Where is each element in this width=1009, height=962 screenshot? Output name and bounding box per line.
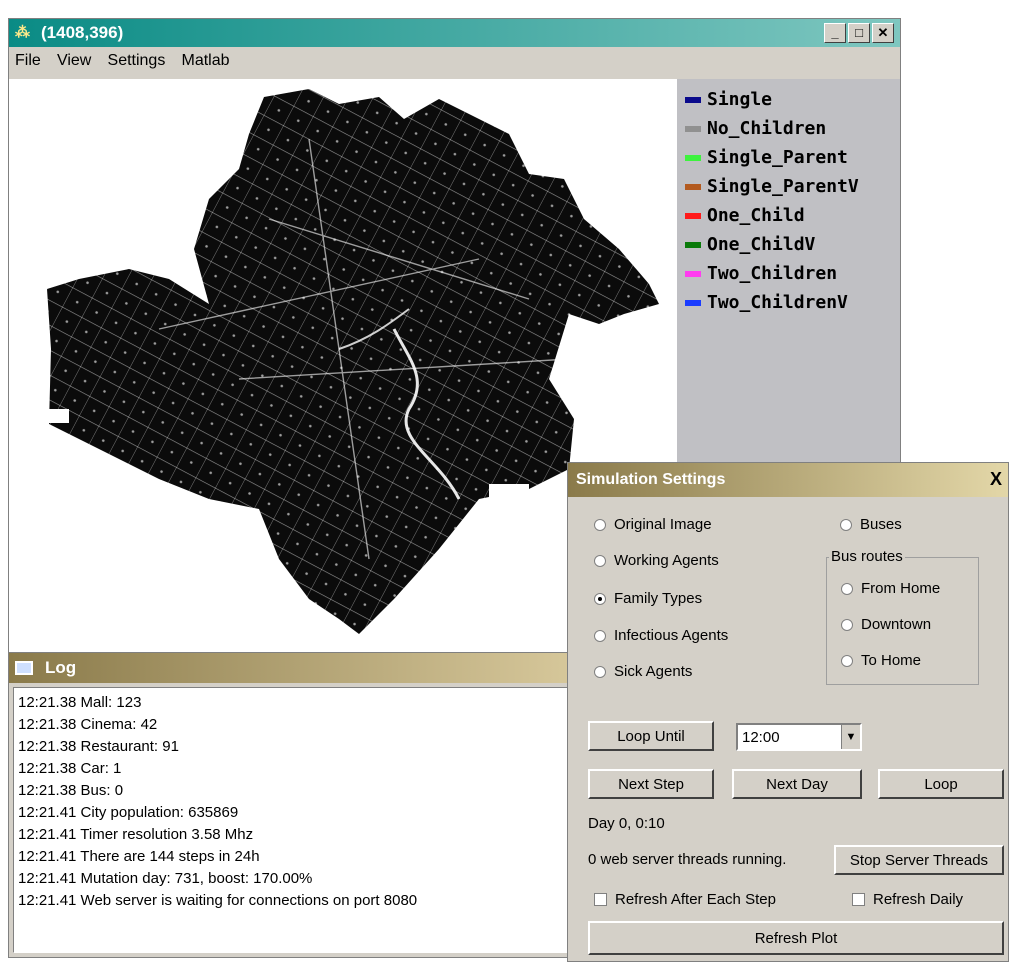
main-titlebar[interactable]: ⁂ (1408,396) _ □ ✕ (9, 19, 900, 47)
day-status: Day 0, 0:10 (588, 815, 665, 832)
log-line: 12:21.41 City population: 635869 (18, 804, 239, 821)
loop-button[interactable]: Loop (878, 769, 1004, 799)
legend-swatch (685, 184, 701, 190)
legend-item-single: Single (685, 89, 772, 110)
radio-original-image[interactable]: Original Image (594, 516, 712, 533)
checkbox-icon[interactable] (594, 893, 607, 906)
log-title: Log (45, 658, 77, 677)
radio-icon[interactable] (841, 582, 853, 595)
legend-item-two-childrenv: Two_ChildrenV (685, 292, 848, 313)
radio-buses[interactable]: Buses (840, 516, 902, 533)
radio-icon[interactable] (841, 618, 853, 631)
menu-bar: File View Settings Matlab (9, 49, 900, 73)
radio-icon[interactable] (594, 518, 606, 531)
simulation-settings-dialog: Simulation Settings X Original Image Wor… (567, 462, 1009, 962)
refresh-daily-checkbox[interactable]: Refresh Daily (852, 891, 963, 908)
legend-swatch (685, 271, 701, 277)
radio-family-types[interactable]: Family Types (594, 590, 702, 607)
next-step-button[interactable]: Next Step (588, 769, 714, 799)
radio-icon[interactable] (841, 654, 853, 667)
legend-swatch (685, 242, 701, 248)
legend-swatch (685, 300, 701, 306)
checkbox-icon[interactable] (852, 893, 865, 906)
log-line: 12:21.38 Cinema: 42 (18, 716, 158, 733)
close-icon[interactable]: X (990, 469, 1002, 490)
radio-downtown[interactable]: Downtown (841, 616, 931, 633)
settings-title: Simulation Settings (576, 471, 726, 488)
loop-until-time-select[interactable]: 12:00 ▼ (736, 723, 862, 751)
radio-icon[interactable] (594, 554, 606, 567)
radio-sick-agents[interactable]: Sick Agents (594, 663, 692, 680)
legend-item-single-parentv: Single_ParentV (685, 176, 859, 197)
close-button[interactable]: ✕ (872, 23, 894, 43)
log-line: 12:21.41 There are 144 steps in 24h (18, 848, 260, 865)
radio-icon[interactable] (594, 592, 606, 605)
log-line: 12:21.41 Web server is waiting for conne… (18, 892, 418, 909)
legend-item-one-child: One_Child (685, 205, 805, 226)
radio-working-agents[interactable]: Working Agents (594, 552, 719, 569)
menu-settings[interactable]: Settings (102, 49, 172, 73)
legend-item-no-children: No_Children (685, 118, 826, 139)
log-line: 12:21.38 Car: 1 (18, 760, 122, 777)
maximize-button[interactable]: □ (848, 23, 870, 43)
threads-status: 0 web server threads running. (588, 851, 787, 868)
radio-icon[interactable] (594, 629, 606, 642)
log-line: 12:21.38 Restaurant: 91 (18, 738, 179, 755)
next-day-button[interactable]: Next Day (732, 769, 862, 799)
window-title: (1408,396) (41, 23, 124, 42)
window-controls: _ □ ✕ (824, 23, 894, 43)
log-window: Log 12:21.38 Mall: 123 12:21.38 Cinema: … (8, 652, 578, 958)
radio-icon[interactable] (594, 665, 606, 678)
chevron-down-icon[interactable]: ▼ (841, 725, 860, 749)
minimize-button[interactable]: _ (824, 23, 846, 43)
settings-titlebar[interactable]: Simulation Settings X (568, 463, 1008, 497)
radio-icon[interactable] (840, 518, 852, 531)
app-icon: ⁂ (15, 24, 30, 41)
bus-routes-group: Bus routes From Home Downtown To Home (826, 548, 979, 685)
menu-file[interactable]: File (9, 49, 47, 73)
legend-item-two-children: Two_Children (685, 263, 837, 284)
bus-routes-label: Bus routes (829, 548, 905, 565)
legend-swatch (685, 155, 701, 161)
menu-view[interactable]: View (51, 49, 97, 73)
legend-item-one-childv: One_ChildV (685, 234, 815, 255)
stop-server-threads-button[interactable]: Stop Server Threads (834, 845, 1004, 875)
log-line: 12:21.38 Bus: 0 (18, 782, 124, 799)
legend-swatch (685, 97, 701, 103)
radio-infectious-agents[interactable]: Infectious Agents (594, 627, 728, 644)
loop-until-button[interactable]: Loop Until (588, 721, 714, 751)
radio-from-home[interactable]: From Home (841, 580, 940, 597)
radio-to-home[interactable]: To Home (841, 652, 921, 669)
log-line: 12:21.38 Mall: 123 (18, 694, 142, 711)
window-icon (15, 661, 33, 675)
log-titlebar[interactable]: Log (9, 653, 577, 683)
refresh-after-each-step-checkbox[interactable]: Refresh After Each Step (594, 891, 776, 908)
log-line: 12:21.41 Timer resolution 3.58 Mhz (18, 826, 254, 843)
log-textarea[interactable]: 12:21.38 Mall: 123 12:21.38 Cinema: 42 1… (13, 687, 573, 953)
log-line: 12:21.41 Mutation day: 731, boost: 170.0… (18, 870, 313, 887)
loop-until-time-value: 12:00 (742, 729, 780, 746)
legend-swatch (685, 213, 701, 219)
legend-item-single-parent: Single_Parent (685, 147, 848, 168)
refresh-plot-button[interactable]: Refresh Plot (588, 921, 1004, 955)
legend-swatch (685, 126, 701, 132)
menu-matlab[interactable]: Matlab (176, 49, 236, 73)
